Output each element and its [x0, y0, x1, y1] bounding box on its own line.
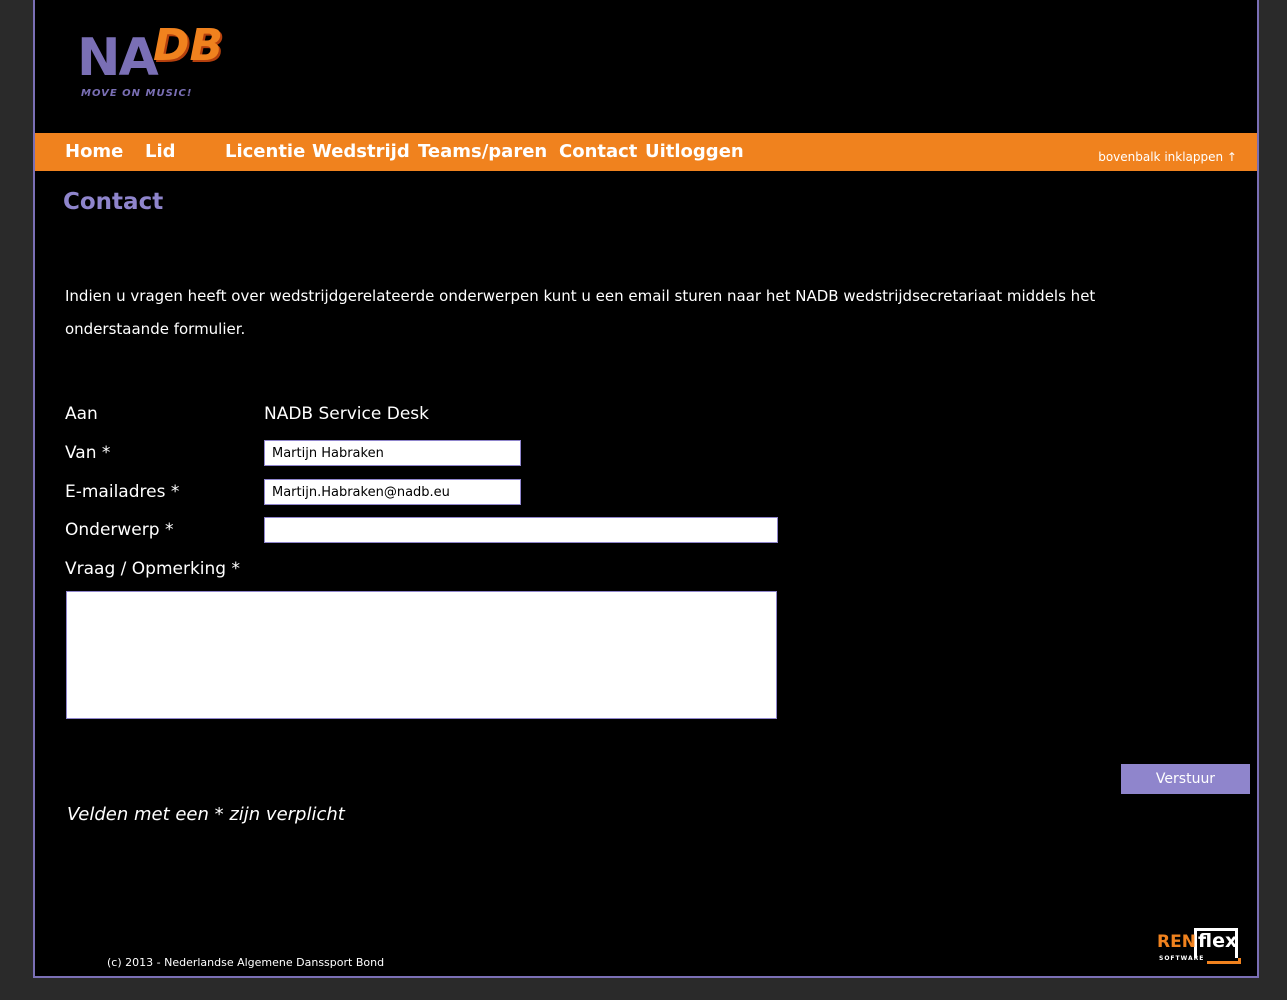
- renflex-software-text: SOFTWARE: [1159, 955, 1205, 962]
- from-label: Van *: [65, 443, 111, 463]
- footer-copyright: (c) 2013 - Nederlandse Algemene Dansspor…: [107, 956, 385, 969]
- intro-text: Indien u vragen heeft over wedstrijdgere…: [65, 287, 1096, 338]
- nav-teams-paren[interactable]: Teams/paren: [418, 141, 547, 162]
- from-input[interactable]: [264, 440, 521, 466]
- logo-text-na: NA: [77, 28, 159, 88]
- nadb-logo[interactable]: NA DB MOVE ON MUSIC!: [77, 20, 247, 102]
- submit-button[interactable]: Verstuur: [1121, 764, 1250, 794]
- nav-lid[interactable]: Lid: [145, 141, 176, 162]
- nav-contact[interactable]: Contact: [559, 141, 637, 162]
- nav-uitloggen[interactable]: Uitloggen: [645, 141, 744, 162]
- renflex-ren-text: REN: [1157, 932, 1196, 952]
- renflex-logo[interactable]: REN flex SOFTWARE: [1157, 926, 1247, 968]
- renflex-bracket-bottom: [1207, 958, 1241, 964]
- nav-home[interactable]: Home: [65, 141, 123, 162]
- message-label: Vraag / Opmerking *: [65, 559, 240, 579]
- subject-input[interactable]: [264, 517, 778, 543]
- page-title: Contact: [63, 189, 164, 215]
- message-textarea[interactable]: [66, 591, 777, 719]
- collapse-header-link[interactable]: bovenbalk inklappen ↑: [1098, 150, 1237, 164]
- nav-licentie[interactable]: Licentie: [225, 141, 305, 162]
- email-input[interactable]: [264, 479, 521, 505]
- renflex-flex-text: flex: [1198, 930, 1238, 952]
- required-fields-note: Velden met een * zijn verplicht: [67, 804, 345, 825]
- main-navigation: Home Lid Licentie Wedstrijd Teams/paren …: [35, 133, 1257, 171]
- to-value: NADB Service Desk: [264, 404, 429, 424]
- page-frame: NA DB MOVE ON MUSIC! Home Lid Licentie W…: [33, 0, 1259, 978]
- to-label: Aan: [65, 404, 98, 424]
- subject-label: Onderwerp *: [65, 520, 174, 540]
- nav-wedstrijd[interactable]: Wedstrijd: [312, 141, 410, 162]
- logo-tagline: MOVE ON MUSIC!: [81, 88, 193, 99]
- logo-text-db: DB: [153, 20, 224, 71]
- email-label: E-mailadres *: [65, 482, 180, 502]
